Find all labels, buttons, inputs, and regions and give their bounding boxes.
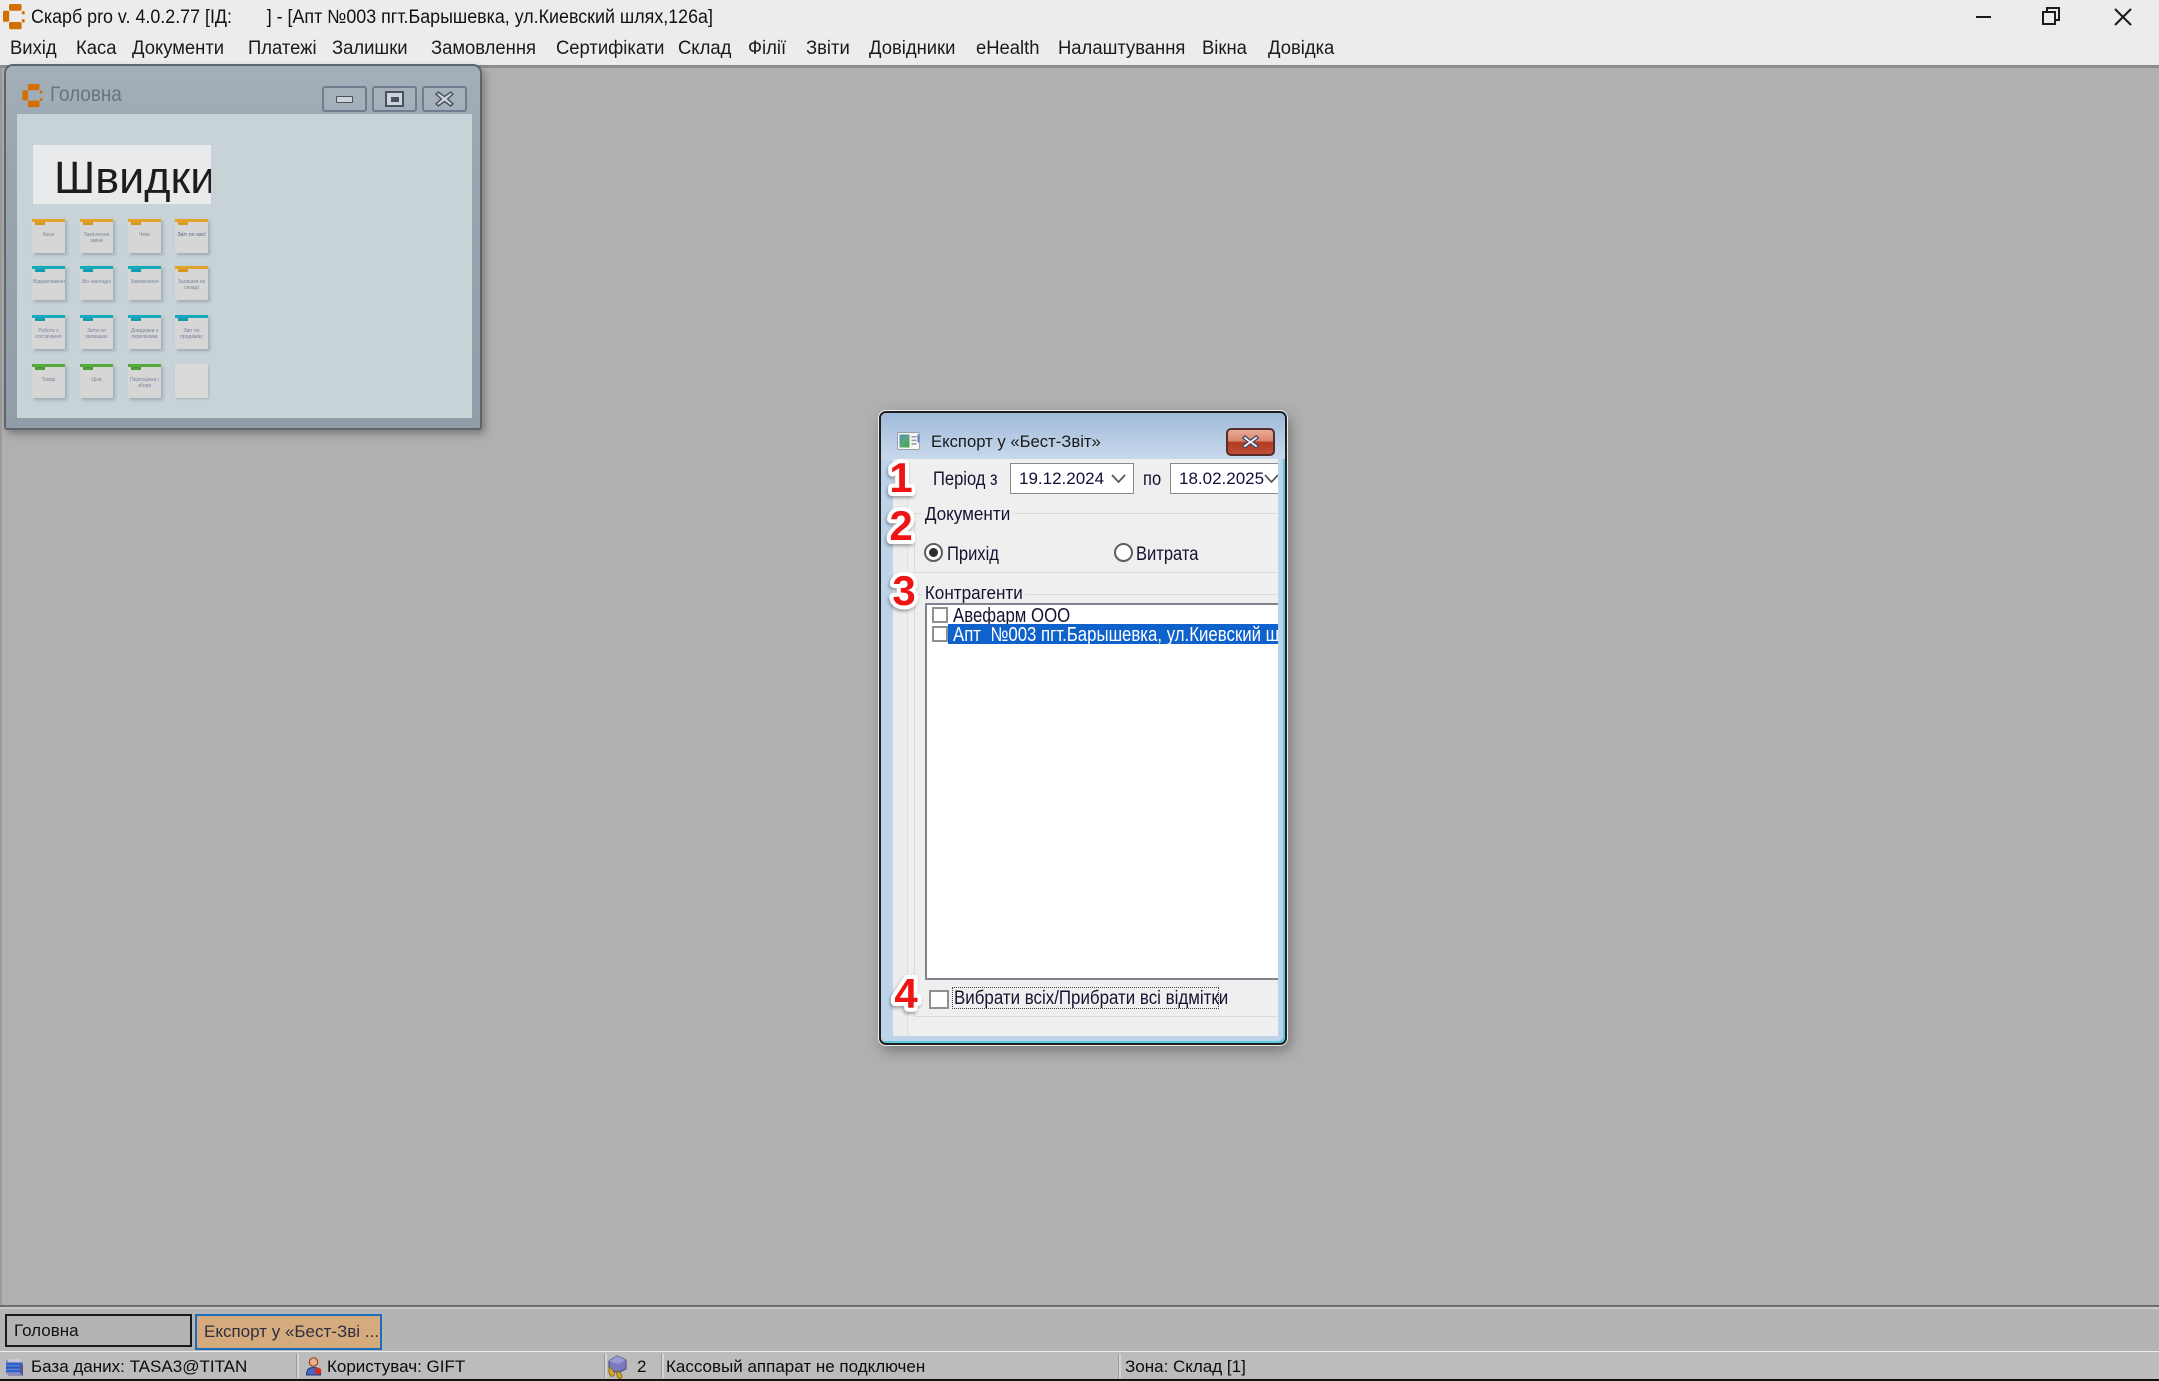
svg-text:2: 2 [889, 502, 912, 549]
svg-text:4: 4 [894, 970, 918, 1017]
svg-text:1: 1 [889, 454, 912, 501]
svg-text:3: 3 [892, 567, 915, 614]
